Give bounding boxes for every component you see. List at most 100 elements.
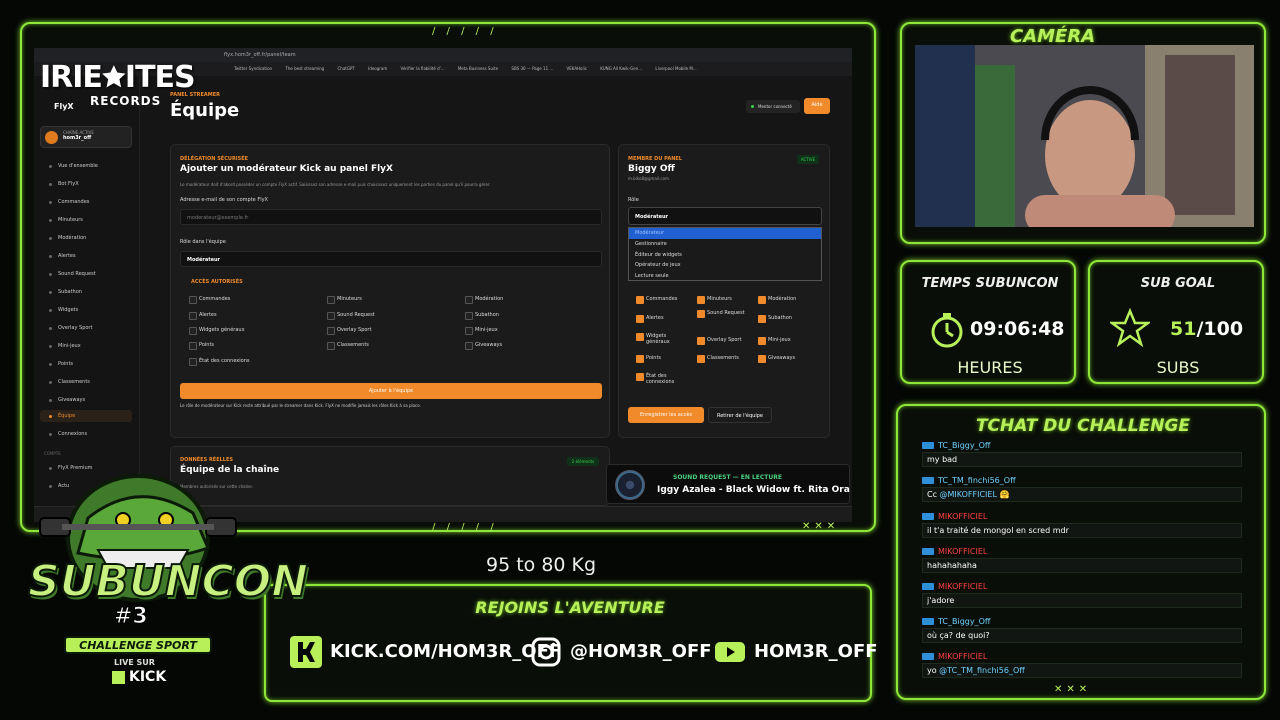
perm-checkbox[interactable]: Classements <box>327 342 369 350</box>
perm-checkbox[interactable]: Overlay Sport <box>697 337 741 345</box>
sidebar-item-points[interactable]: Points <box>40 358 132 370</box>
card-kicker: MEMBRE DU PANEL <box>628 156 682 162</box>
chat-text: Cc @MIKOFFICIEL 🤗 <box>922 487 1242 502</box>
perm-checkbox[interactable]: Minuteurs <box>697 296 732 304</box>
sidebar-item-label: Widgets <box>58 307 79 313</box>
perm-checkbox[interactable]: Points <box>636 355 661 363</box>
role-option[interactable]: Gestionnaire <box>629 239 821 250</box>
perm-checkbox[interactable]: Giveaways <box>465 342 502 350</box>
sidebar-item-mini-games[interactable]: Mini-jeux <box>40 340 132 352</box>
perm-checkbox[interactable]: Minuteurs <box>327 296 362 304</box>
perm-checkbox[interactable]: Commandes <box>189 296 230 304</box>
perm-checkbox[interactable]: Modération <box>758 296 796 304</box>
join-banner: REJOINS L'AVENTURE KICK.COM/HOM3R_OFF @H… <box>264 584 878 702</box>
bookmark[interactable]: Meta Business Suite <box>458 66 498 71</box>
bookmark[interactable]: Vérifier la fiabilité d'... <box>401 66 445 71</box>
sidebar-item-moderation[interactable]: Modération <box>40 232 132 244</box>
remove-member-button[interactable]: Retirer de l'équipe <box>708 407 772 423</box>
sidebar-item-sound-request[interactable]: Sound Request <box>40 268 132 280</box>
channel-name: hom3r_off <box>63 135 92 141</box>
role-option[interactable]: Opérateur de jeux <box>629 260 821 271</box>
perm-checkbox[interactable]: Widgets généraux <box>636 333 688 345</box>
sidebar-item-widgets[interactable]: Widgets <box>40 304 132 316</box>
sidebar-item-label: Minuteurs <box>58 217 83 223</box>
sidebar-item-rankings[interactable]: Classements <box>40 376 132 388</box>
role-dropdown: Modérateur Gestionnaire Éditeur de widge… <box>628 227 822 281</box>
perm-checkbox[interactable]: Giveaways <box>758 355 795 363</box>
sidebar-item-label: Commandes <box>58 199 90 205</box>
perm-checkbox[interactable]: Alertes <box>636 315 664 323</box>
perm-checkbox[interactable]: Subathon <box>758 315 792 323</box>
frame-decoration: ✕✕✕ <box>802 521 840 532</box>
challenge-sport-badge: CHALLENGE SPORT <box>64 636 212 654</box>
url-text[interactable]: flyx.hom3r_off.fr/panel/team <box>224 52 296 58</box>
sidebar-item-label: Connexions <box>58 431 88 437</box>
role-option[interactable]: Éditeur de widgets <box>629 250 821 261</box>
perm-checkbox[interactable]: État des connexions <box>636 373 686 385</box>
bookmark[interactable]: ChatGPT <box>338 66 355 71</box>
chat-user: TC_Biggy_Off <box>922 441 1242 450</box>
role-option[interactable]: Lecture seule <box>629 271 821 282</box>
sidebar-item-subathon[interactable]: Subathon <box>40 286 132 298</box>
vinyl-disc-icon <box>615 470 645 500</box>
sidebar-item-commands[interactable]: Commandes <box>40 196 132 208</box>
goal-title: SUB GOAL <box>1140 276 1216 291</box>
bookmark[interactable]: The best streaming <box>285 66 324 71</box>
sidebar-item-bot[interactable]: Bot FlyX <box>40 178 132 190</box>
chat-message: MIKOFFICIEL hahahahaha <box>922 547 1242 573</box>
status-badge: ACTIVE <box>797 155 819 164</box>
perm-checkbox[interactable]: Commandes <box>636 296 677 304</box>
email-input[interactable]: moderateur@exemple.fr <box>180 209 602 225</box>
sidebar-item-team[interactable]: Équipe <box>40 410 132 422</box>
card-footnote: Le rôle de modérateur sur Kick reste att… <box>180 403 421 408</box>
perm-checkbox[interactable]: Classements <box>697 355 739 363</box>
perm-checkbox[interactable]: Overlay Sport <box>327 327 371 335</box>
perm-checkbox[interactable]: Sound Request <box>327 312 375 320</box>
page-title: Équipe <box>170 100 240 121</box>
perm-checkbox[interactable]: Modération <box>465 296 503 304</box>
bookmark[interactable]: VEKAHolic <box>567 66 587 71</box>
instagram-handle: @HOM3R_OFF <box>570 641 712 662</box>
sidebar-item-connections[interactable]: Connexions <box>40 428 132 440</box>
perm-checkbox[interactable]: Mini-jeux <box>465 327 498 335</box>
chat-text: yo @TC_TM_finchi56_Off <box>922 663 1242 678</box>
bookmark[interactable]: Liverpool Mobile M... <box>655 66 696 71</box>
webcam-image <box>915 45 1254 235</box>
sidebar-item-overlay-sport[interactable]: Overlay Sport <box>40 322 132 334</box>
mentor-status-button[interactable]: Mentor connecté <box>746 100 800 113</box>
kick-icon <box>290 636 322 668</box>
nav-dot-icon <box>49 433 52 436</box>
sidebar-item-timers[interactable]: Minuteurs <box>40 214 132 226</box>
sidebar-item-overview[interactable]: Vue d'ensemble <box>40 160 132 172</box>
sidebar-item-alerts[interactable]: Alertes <box>40 250 132 262</box>
help-button[interactable]: Aide <box>804 98 830 114</box>
goal-current: 51 <box>1170 318 1197 340</box>
perm-checkbox[interactable]: État des connexions <box>189 358 250 366</box>
perm-checkbox[interactable]: Points <box>189 342 214 350</box>
perm-checkbox[interactable]: Widgets généraux <box>189 327 245 335</box>
perm-checkbox[interactable]: Subathon <box>465 312 499 320</box>
channel-selector[interactable]: CHAÎNE ACTIVE hom3r_off <box>40 126 132 148</box>
bookmark[interactable]: Ideogram <box>368 66 387 71</box>
flyx-brand[interactable]: FlyX <box>54 102 74 111</box>
role-select[interactable]: Modérateur <box>628 207 822 225</box>
save-access-button[interactable]: Enregistrer les accès <box>628 407 704 423</box>
goal-value: 51/100 <box>1170 318 1243 340</box>
nav-dot-icon <box>49 273 52 276</box>
bookmark[interactable]: Twitter Syndication <box>234 66 272 71</box>
frame-decoration: / / / / / <box>432 26 498 37</box>
kick-link: KICK.COM/HOM3R_OFF <box>290 636 561 670</box>
add-to-team-button[interactable]: Ajouter à l'équipe <box>180 383 602 399</box>
perm-checkbox[interactable]: Alertes <box>189 312 217 320</box>
bookmark[interactable]: SBS 30 — Page 11 ... <box>511 66 553 71</box>
role-select[interactable]: Modérateur <box>180 251 602 267</box>
perm-checkbox[interactable]: Sound Request <box>697 310 745 318</box>
card-description: Le modérateur doit d'abord posséder un c… <box>180 182 491 187</box>
add-moderator-card: DÉLÉGATION SÉCURISÉE Ajouter un modérate… <box>170 144 610 438</box>
bookmark[interactable]: KUNG All Kwik-Gen... <box>600 66 642 71</box>
sidebar-item-giveaways[interactable]: Giveaways <box>40 394 132 406</box>
role-option[interactable]: Modérateur <box>629 228 821 239</box>
chat-message: MIKOFFICIEL yo @TC_TM_finchi56_Off <box>922 652 1242 678</box>
perm-checkbox[interactable]: Mini-jeux <box>758 337 791 345</box>
youtube-handle: HOM3R_OFF <box>754 641 878 662</box>
